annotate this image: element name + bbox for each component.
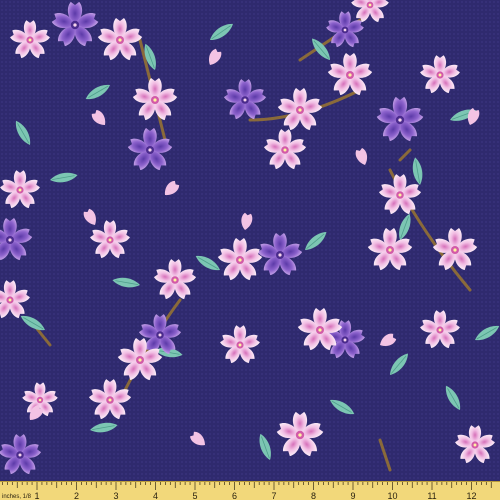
ruler-inch-mark: 1 (34, 491, 39, 500)
ruler-unit-label: inches, 1/8 (2, 494, 32, 500)
ruler-inch-mark: 9 (350, 491, 355, 500)
ruler-inch-mark: 6 (232, 491, 237, 500)
ruler-inch-mark: 5 (192, 491, 197, 500)
ruler-inch-mark: 10 (387, 491, 397, 500)
ruler-inch-mark: 3 (113, 491, 118, 500)
ruler-inch-mark: 4 (153, 491, 158, 500)
ruler-inch-mark: 11 (427, 491, 436, 500)
ruler-inch-mark: 2 (74, 491, 79, 500)
ruler-scale: inches, 1/8 1 2 3 4 5 6 7 8 9 10 11 12 (2, 482, 492, 500)
floral-pattern (0, 0, 500, 481)
ruler-inch-mark: 8 (311, 491, 316, 500)
ruler-inch-mark: 12 (466, 491, 476, 500)
ruler-inch-mark: 7 (271, 491, 276, 500)
fabric-swatch: inches, 1/8 1 2 3 4 5 6 7 8 9 10 11 12 (0, 0, 500, 500)
measuring-ruler: inches, 1/8 1 2 3 4 5 6 7 8 9 10 11 12 (0, 481, 500, 500)
